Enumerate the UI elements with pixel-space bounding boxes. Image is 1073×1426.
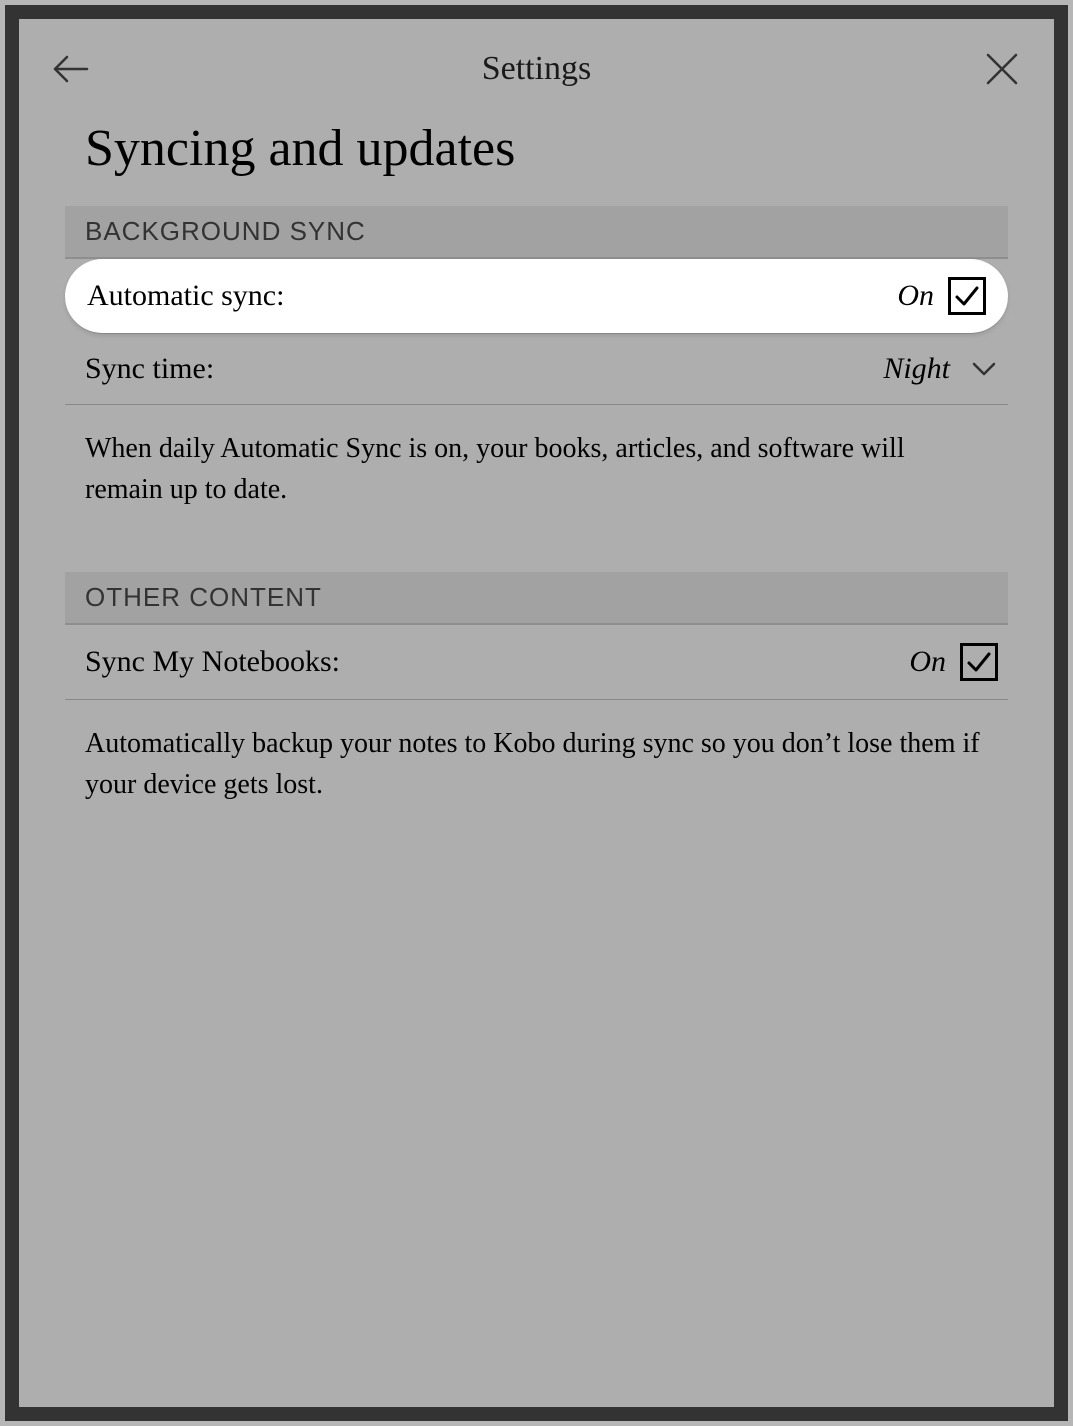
automatic-sync-value-group: On — [897, 277, 986, 315]
close-button[interactable] — [982, 49, 1022, 89]
automatic-sync-value: On — [897, 279, 934, 313]
sync-time-row[interactable]: Sync time: Night — [65, 334, 1008, 405]
arrow-left-icon — [53, 55, 89, 83]
dark-border: Settings Syncing and updates BACKGROUND … — [5, 5, 1068, 1421]
other-content-description: Automatically backup your notes to Kobo … — [19, 700, 1054, 835]
section-header-text: OTHER CONTENT — [85, 582, 322, 612]
section-header-other-content: OTHER CONTENT — [65, 572, 1008, 625]
section-header-text: BACKGROUND SYNC — [85, 216, 366, 246]
header: Settings — [19, 19, 1054, 111]
close-icon — [985, 52, 1019, 86]
sync-notebooks-checkbox[interactable] — [960, 643, 998, 681]
back-button[interactable] — [51, 49, 91, 89]
settings-page: Settings Syncing and updates BACKGROUND … — [19, 19, 1054, 1407]
outer-frame: Settings Syncing and updates BACKGROUND … — [0, 0, 1073, 1426]
checkmark-icon — [954, 283, 980, 309]
sync-time-label: Sync time: — [85, 352, 214, 386]
sync-time-chevron[interactable] — [970, 355, 998, 383]
sync-time-value: Night — [883, 352, 950, 386]
header-title: Settings — [91, 50, 982, 88]
automatic-sync-label: Automatic sync: — [87, 279, 284, 313]
sync-notebooks-value: On — [909, 645, 946, 679]
automatic-sync-checkbox[interactable] — [948, 277, 986, 315]
checkmark-icon — [966, 649, 992, 675]
chevron-down-icon — [972, 361, 996, 377]
background-sync-description: When daily Automatic Sync is on, your bo… — [19, 405, 1054, 540]
section-header-background-sync: BACKGROUND SYNC — [65, 206, 1008, 259]
page-title: Syncing and updates — [19, 111, 1054, 206]
sync-notebooks-value-group: On — [909, 643, 998, 681]
sync-notebooks-label: Sync My Notebooks: — [85, 645, 340, 679]
sync-time-value-group: Night — [883, 352, 998, 386]
sync-notebooks-row[interactable]: Sync My Notebooks: On — [65, 625, 1008, 700]
automatic-sync-row[interactable]: Automatic sync: On — [65, 259, 1008, 334]
